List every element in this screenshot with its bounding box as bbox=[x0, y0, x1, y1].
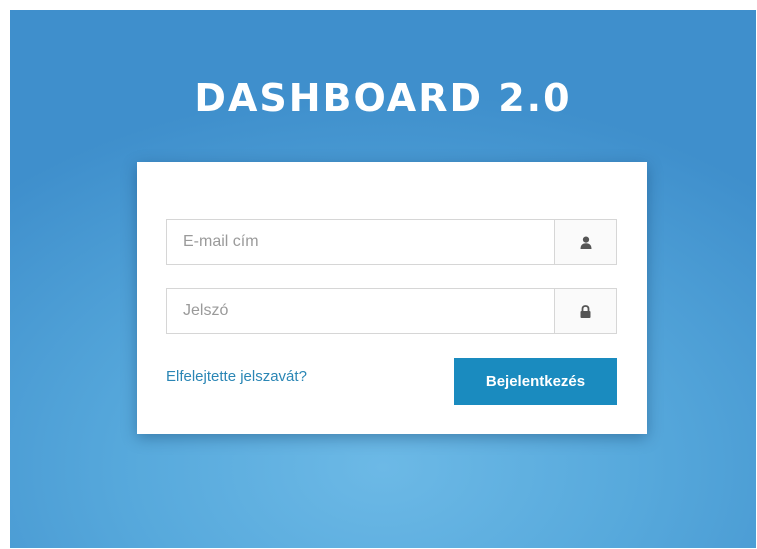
password-input-group bbox=[166, 288, 617, 334]
lock-icon bbox=[554, 289, 616, 333]
forgot-password-link[interactable]: Elfelejtette jelszavát? bbox=[166, 368, 307, 385]
login-page-background: DASHBOARD 2.0 Elfelejtette jelszavát? Be… bbox=[10, 10, 756, 548]
password-input[interactable] bbox=[167, 289, 554, 333]
login-card: Elfelejtette jelszavát? Bejelentkezés bbox=[137, 162, 647, 434]
app-title: DASHBOARD 2.0 bbox=[194, 76, 572, 120]
user-icon bbox=[554, 220, 616, 264]
email-input[interactable] bbox=[167, 220, 554, 264]
email-input-group bbox=[166, 219, 617, 265]
login-button[interactable]: Bejelentkezés bbox=[454, 358, 617, 405]
